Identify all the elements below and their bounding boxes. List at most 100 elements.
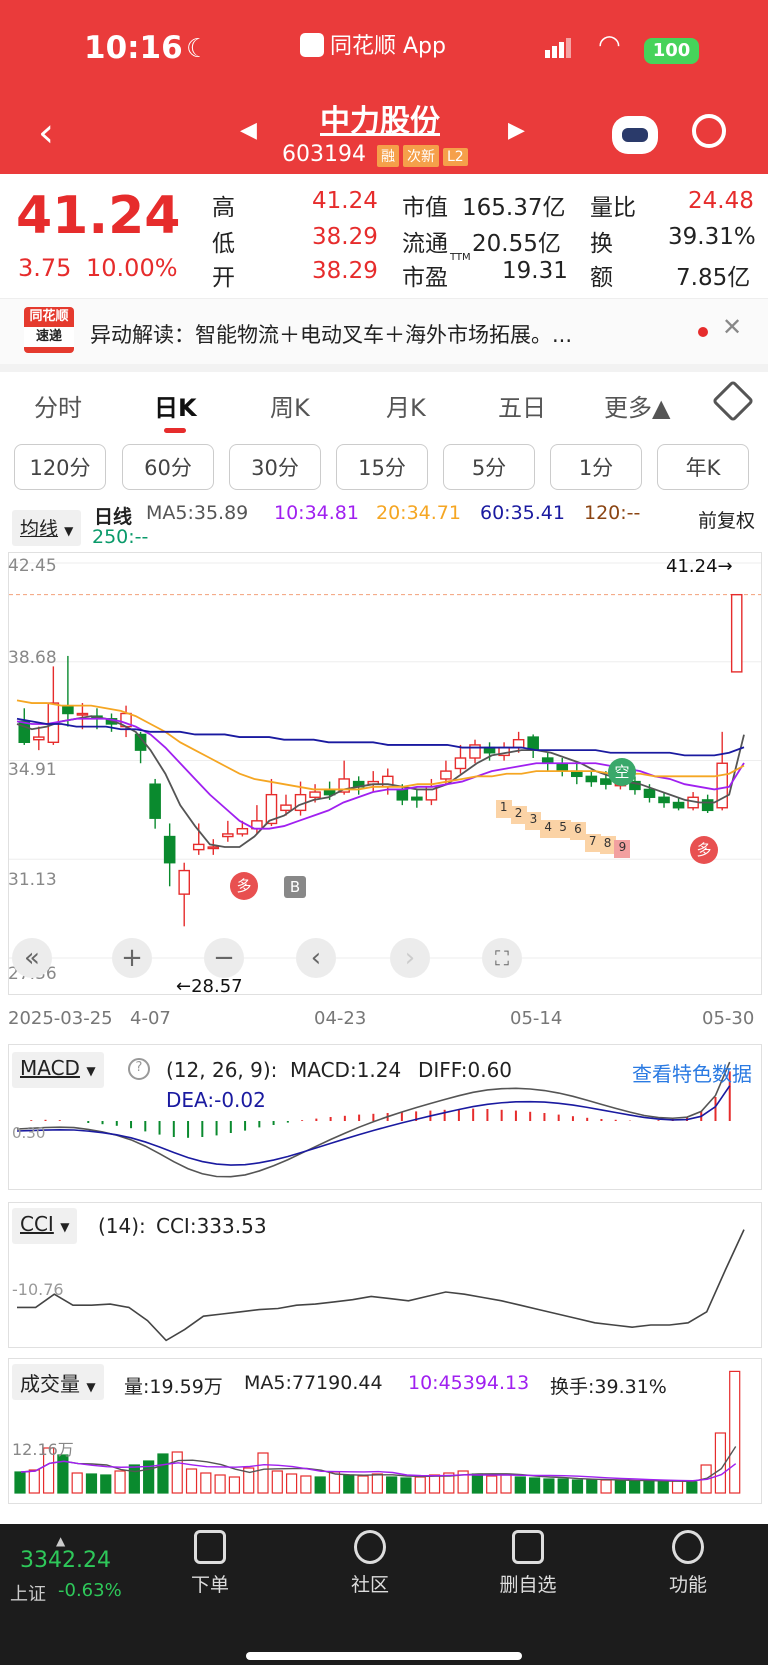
candle-body: [454, 757, 467, 770]
ma-selector[interactable]: 均线 ▼: [12, 510, 82, 546]
zoom-in-icon[interactable]: +: [112, 938, 152, 978]
signal-buy-2[interactable]: 多: [690, 836, 718, 864]
volume-bar: [185, 1468, 198, 1494]
next-stock-icon[interactable]: ▶: [508, 118, 525, 143]
index-up-icon: ▲: [56, 1534, 66, 1548]
volume-bar: [171, 1451, 183, 1494]
cci-value: CCI:333.53: [156, 1214, 267, 1238]
stock-code-row: 603194 融次新 L2: [282, 142, 468, 167]
chevron-down-icon: ▼: [86, 1380, 96, 1394]
candle-body: [658, 796, 670, 804]
nav-functions-label: 功能: [668, 1574, 707, 1596]
cci-selector[interactable]: CCI ▼: [12, 1208, 78, 1244]
close-icon[interactable]: ✕: [722, 313, 742, 341]
volume-bar: [557, 1478, 569, 1494]
nav-community[interactable]: 社区: [310, 1530, 430, 1597]
volume-bar: [714, 1432, 727, 1494]
tab-monthly[interactable]: 月K: [386, 388, 426, 423]
volume-bar: [586, 1479, 598, 1494]
stock-name[interactable]: 中力股份: [320, 96, 440, 140]
nav-remove-watchlist-label: 删自选: [499, 1574, 557, 1596]
period-5m[interactable]: 5分: [443, 444, 535, 490]
scroll-left-icon[interactable]: ‹: [296, 938, 336, 978]
search-icon[interactable]: [692, 114, 726, 148]
volume-bar: [629, 1480, 641, 1494]
tab-intraday[interactable]: 分时: [34, 388, 82, 423]
feature-data-link[interactable]: 查看特色数据: [632, 1058, 752, 1087]
fullscreen-icon[interactable]: ⛶: [482, 938, 522, 978]
nav-remove-watchlist[interactable]: 删自选: [468, 1530, 588, 1597]
prev-stock-icon[interactable]: ◀: [240, 118, 257, 143]
volume-bar: [157, 1453, 169, 1494]
volume-bar: [328, 1471, 341, 1494]
macd-dea: DEA:-0.02: [166, 1088, 266, 1112]
zoom-out-icon[interactable]: −: [204, 938, 244, 978]
period-120m[interactable]: 120分: [14, 444, 106, 490]
kline-panel[interactable]: [8, 552, 762, 995]
volume-bar: [128, 1464, 140, 1494]
kline-chart[interactable]: [9, 553, 761, 994]
signal-sell[interactable]: 空: [608, 758, 636, 786]
sequence-marker: 6: [569, 822, 586, 840]
tab-weekly[interactable]: 周K: [270, 388, 310, 423]
index-value[interactable]: 3342.24: [20, 1548, 111, 1573]
news-logo-top: 同花顺: [29, 309, 69, 324]
price-change: 3.75: [18, 254, 72, 282]
period-15m[interactable]: 15分: [336, 444, 428, 490]
axis-price-3: 31.13: [8, 870, 57, 890]
tab-more[interactable]: 更多▲: [604, 388, 670, 423]
signal-b[interactable]: B: [284, 876, 306, 898]
macd-value: MACD:1.24: [290, 1058, 402, 1082]
volume-bar: [114, 1470, 126, 1494]
volume-selector[interactable]: 成交量 ▼: [12, 1364, 104, 1400]
sequence-marker: 1: [495, 800, 512, 818]
volume-ma5: MA5:77190.44: [244, 1372, 383, 1394]
candle-body: [62, 704, 74, 715]
adjust-mode[interactable]: 前复权: [698, 506, 755, 533]
tab-daily-indicator: [164, 428, 186, 433]
cci-line: [17, 1229, 745, 1342]
price-change-pct: 10.00%: [86, 254, 178, 282]
signal-buy-1[interactable]: 多: [230, 872, 258, 900]
tag-l2: L2: [442, 148, 468, 166]
candle-body: [556, 762, 569, 772]
volume-bar: [200, 1472, 212, 1494]
macd-selector[interactable]: MACD ▼: [12, 1052, 104, 1088]
ma250-label: 250:--: [92, 526, 149, 548]
volume-bar: [228, 1476, 241, 1494]
volume-bar: [100, 1474, 112, 1494]
sequence-marker: 9: [614, 840, 631, 858]
volume-bar: [414, 1476, 426, 1494]
volume-selector-label: 成交量: [20, 1372, 80, 1396]
settings-icon[interactable]: [711, 379, 755, 423]
period-1m[interactable]: 1分: [550, 444, 642, 490]
candle-body: [672, 801, 685, 809]
period-60m[interactable]: 60分: [122, 444, 214, 490]
value-float: 20.55亿: [472, 231, 561, 257]
value-open: 38.29: [312, 258, 378, 284]
candle-body: [440, 770, 452, 780]
volume-bar: [14, 1471, 26, 1494]
candle-body: [207, 846, 220, 850]
robot-assistant-icon[interactable]: [612, 116, 658, 154]
news-bar[interactable]: 同花顺 速递 异动解读：智能物流＋电动叉车＋海外市场拓展。... ✕: [0, 298, 768, 364]
nav-order[interactable]: 下单: [150, 1530, 270, 1597]
collapse-icon[interactable]: «: [12, 938, 52, 978]
tag-margin: 融: [376, 145, 399, 167]
volume-bar: [214, 1474, 226, 1494]
candle-body: [512, 738, 525, 749]
status-app-name[interactable]: 同花顺 App: [300, 28, 446, 60]
candle-body: [701, 799, 714, 812]
index-name: 上证: [10, 1584, 46, 1605]
back-icon[interactable]: ‹: [38, 110, 54, 156]
tab-daily[interactable]: 日K: [154, 388, 197, 423]
period-30m[interactable]: 30分: [229, 444, 321, 490]
volume-bar: [686, 1481, 698, 1494]
period-yearly[interactable]: 年K: [657, 444, 749, 490]
help-icon[interactable]: ?: [128, 1058, 150, 1080]
scroll-right-icon[interactable]: ›: [390, 938, 430, 978]
tab-fiveday[interactable]: 五日: [498, 388, 546, 423]
status-app-label: 同花顺 App: [330, 34, 446, 59]
nav-functions[interactable]: 功能: [628, 1530, 748, 1597]
volume-bar: [471, 1473, 484, 1494]
